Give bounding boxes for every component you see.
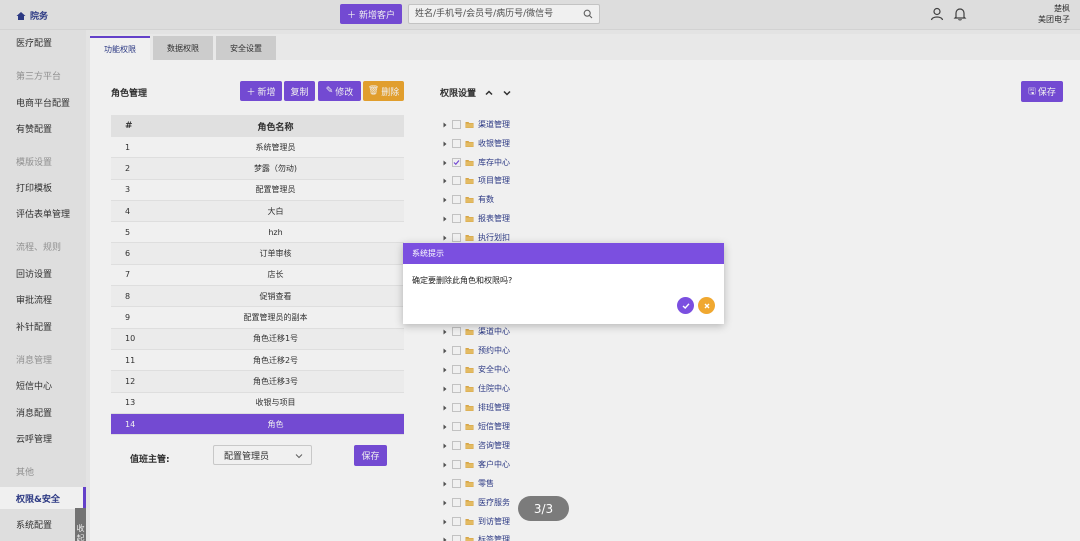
- check-icon: [682, 302, 690, 309]
- dialog-title: 系统提示: [403, 243, 724, 264]
- close-icon: [704, 303, 709, 308]
- page-indicator: 3/3: [518, 496, 569, 521]
- cancel-button[interactable]: [698, 297, 715, 314]
- confirm-button[interactable]: [677, 297, 694, 314]
- dialog-message: 确定要删除此角色和权限吗?: [412, 276, 513, 285]
- confirm-dialog: 系统提示 确定要删除此角色和权限吗?: [403, 243, 724, 324]
